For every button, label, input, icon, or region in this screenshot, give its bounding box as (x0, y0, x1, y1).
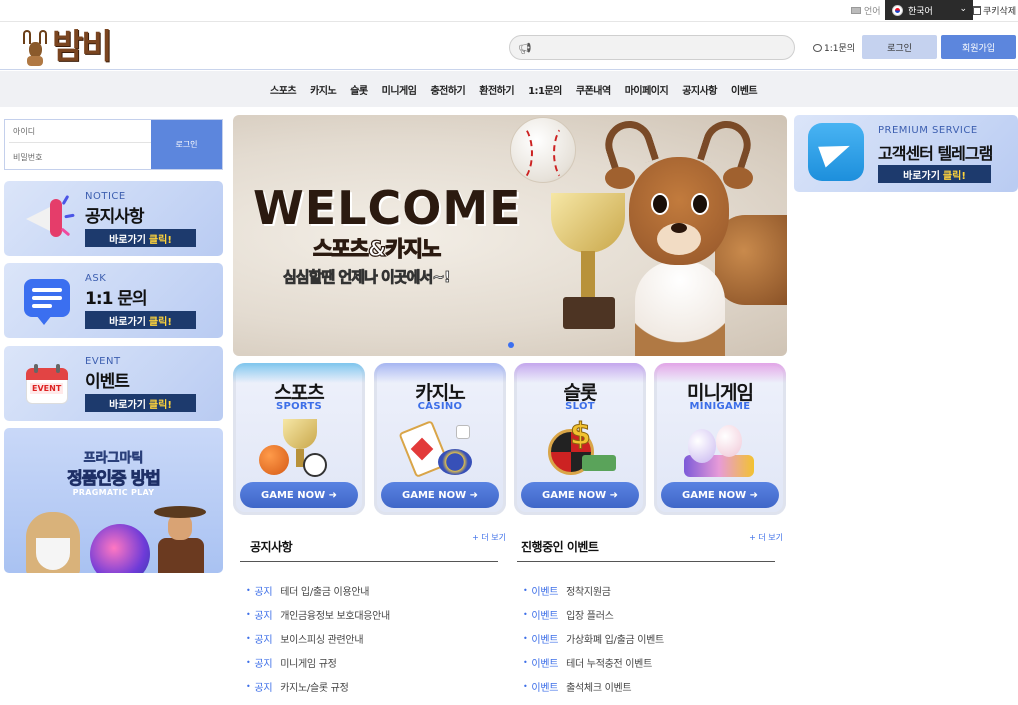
chat-icon (813, 43, 822, 52)
game-card-minigame[interactable]: 미니게임 MINIGAME GAME NOW ➜ (654, 363, 786, 515)
nav-item-sports[interactable]: 스포츠 (270, 82, 297, 97)
promo-go-button[interactable]: 바로가기 클릭! (85, 229, 196, 247)
nav-item-events[interactable]: 이벤트 (731, 82, 758, 97)
cowboy-character-image (152, 506, 210, 573)
nav-item-inquiry[interactable]: 1:1문의 (528, 82, 562, 97)
minigame-eggs-icon (680, 419, 760, 479)
language-label: 언어 (851, 4, 881, 17)
join-button[interactable]: 회원가입 (941, 35, 1016, 59)
deer-logo-icon (22, 28, 48, 66)
game-card-sports[interactable]: 스포츠 SPORTS GAME NOW ➜ (233, 363, 365, 515)
promo-go-button[interactable]: 바로가기 클릭! (85, 311, 196, 329)
carousel-dot-active[interactable] (508, 342, 514, 348)
event-promo-banner[interactable]: EVENT EVENT 이벤트 바로가기 클릭! (4, 346, 223, 421)
notice-board: 공지사항 + 더 보기 • 공지 테더 입/출금 이용안내 • 공지 개인금융정보 보호… (240, 528, 506, 698)
event-item[interactable]: • 이벤트 입장 플러스 (517, 602, 775, 626)
telegram-tag: PREMIUM SERVICE (878, 125, 978, 136)
calendar-icon: EVENT (18, 358, 74, 408)
event-item[interactable]: • 이벤트 가상화폐 입/출금 이벤트 (517, 626, 775, 650)
notice-item[interactable]: • 공지 테더 입/출금 이용안내 (240, 578, 498, 602)
hero-banner[interactable]: WELCOME 스포츠&카지노 심심할땐 언제나 이곳에서~! (233, 115, 787, 356)
site-header: 밤비 📢︎ 1:1문의 로그인 회원가입 (0, 22, 1018, 70)
promo-title: 이벤트 (85, 372, 130, 392)
login-form: 로그인 (4, 119, 223, 170)
nav-item-minigame[interactable]: 미니게임 (382, 82, 417, 97)
username-input[interactable] (9, 121, 151, 143)
header-login-button[interactable]: 로그인 (862, 35, 937, 59)
nav-item-mypage[interactable]: 마이페이지 (625, 82, 669, 97)
pragmatic-verify-banner[interactable]: 프라그마틱 정품인증 방법 PRAGMATIC PLAY (4, 428, 223, 573)
casino-cards-icon (398, 419, 480, 479)
events-more-link[interactable]: + 더 보기 (749, 532, 783, 543)
chevron-down-icon: ⌄ (959, 4, 967, 14)
pragmatic-line2: 정품인증 방법 (67, 469, 162, 490)
inquiry-link[interactable]: 1:1문의 (813, 41, 855, 54)
language-icon (851, 7, 861, 14)
pragmatic-logo-text: PRAGMATIC PLAY (72, 488, 155, 497)
promo-title: 공지사항 (85, 207, 145, 227)
trash-icon (973, 6, 981, 15)
megaphone-icon (18, 193, 75, 243)
zeus-character-image (26, 512, 80, 573)
deer-mascot-image (599, 115, 757, 356)
nav-item-notice[interactable]: 공지사항 (682, 82, 717, 97)
nav-item-withdraw[interactable]: 환전하기 (479, 82, 514, 97)
chat-bubble-icon (18, 275, 74, 325)
nav-item-slot[interactable]: 슬롯 (350, 82, 368, 97)
nav-item-deposit[interactable]: 충전하기 (430, 82, 465, 97)
megaphone-icon: 📢︎ (518, 42, 532, 55)
promo-tag: EVENT (85, 356, 121, 367)
baseball-image (510, 117, 576, 183)
korea-flag-icon (892, 4, 903, 16)
candy-ball-image (90, 524, 150, 573)
promo-tag: ASK (85, 273, 107, 284)
telegram-icon (808, 123, 864, 181)
game-eng-name: SLOT (565, 401, 595, 412)
notice-board-title: 공지사항 (250, 540, 293, 554)
game-now-button[interactable]: GAME NOW ➜ (381, 482, 499, 508)
promo-title: 1:1 문의 (85, 289, 148, 309)
top-utility-bar: 언어 한국어 ⌄ 쿠키삭제 (0, 0, 1018, 22)
site-logo[interactable]: 밤비 (22, 27, 113, 67)
language-select[interactable]: 한국어 ⌄ (885, 0, 973, 20)
telegram-title: 고객센터 텔레그램 (878, 144, 993, 163)
events-board: 진행중인 이벤트 + 더 보기 • 이벤트 정착지원금 • 이벤트 입장 플러스 • 이벤… (517, 528, 783, 698)
notice-item[interactable]: • 공지 개인금융정보 보호대응안내 (240, 602, 498, 626)
game-now-button[interactable]: GAME NOW ➜ (240, 482, 358, 508)
hero-welcome-text: WELCOME (253, 181, 522, 235)
game-eng-name: CASINO (417, 401, 463, 412)
game-now-button[interactable]: GAME NOW ➜ (661, 482, 779, 508)
roulette-dollar-icon: $ (540, 417, 620, 479)
notice-promo-banner[interactable]: NOTICE 공지사항 바로가기 클릭! (4, 181, 223, 256)
notice-item[interactable]: • 공지 미니게임 규정 (240, 650, 498, 674)
notice-ticker: 📢︎ (509, 35, 795, 60)
main-nav: 스포츠 카지노 슬롯 미니게임 충전하기 환전하기 1:1문의 쿠폰내역 마이페… (0, 71, 1018, 107)
events-board-title: 진행중인 이벤트 (521, 540, 599, 554)
hero-subtitle: 스포츠&카지노 (312, 236, 441, 261)
notice-more-link[interactable]: + 더 보기 (472, 532, 506, 543)
hero-tagline: 심심할땐 언제나 이곳에서~! (283, 268, 451, 287)
game-eng-name: MINIGAME (689, 401, 751, 412)
event-item[interactable]: • 이벤트 테더 누적충전 이벤트 (517, 650, 775, 674)
nav-item-casino[interactable]: 카지노 (310, 82, 337, 97)
telegram-go-button[interactable]: 바로가기 클릭! (878, 165, 991, 183)
login-submit-button[interactable]: 로그인 (151, 120, 222, 169)
promo-tag: NOTICE (85, 191, 126, 202)
nav-item-coupons[interactable]: 쿠폰내역 (576, 82, 611, 97)
logo-text: 밤비 (52, 27, 113, 67)
game-eng-name: SPORTS (275, 401, 323, 412)
notice-item[interactable]: • 공지 보이스피싱 관련안내 (240, 626, 498, 650)
event-item[interactable]: • 이벤트 정착지원금 (517, 578, 775, 602)
game-card-casino[interactable]: 카지노 CASINO GAME NOW ➜ (374, 363, 506, 515)
game-card-slot[interactable]: 슬롯 SLOT $ GAME NOW ➜ (514, 363, 646, 515)
password-input[interactable] (9, 146, 151, 168)
event-item[interactable]: • 이벤트 출석체크 이벤트 (517, 674, 775, 698)
inquiry-promo-banner[interactable]: ASK 1:1 문의 바로가기 클릭! (4, 263, 223, 338)
game-now-button[interactable]: GAME NOW ➜ (521, 482, 639, 508)
cookie-delete-link[interactable]: 쿠키삭제 (973, 4, 1016, 17)
notice-item[interactable]: • 공지 카지노/슬롯 규정 (240, 674, 498, 698)
telegram-support-banner[interactable]: PREMIUM SERVICE 고객센터 텔레그램 바로가기 클릭! (794, 115, 1018, 192)
promo-go-button[interactable]: 바로가기 클릭! (85, 394, 196, 412)
sports-equipment-icon (259, 419, 339, 479)
